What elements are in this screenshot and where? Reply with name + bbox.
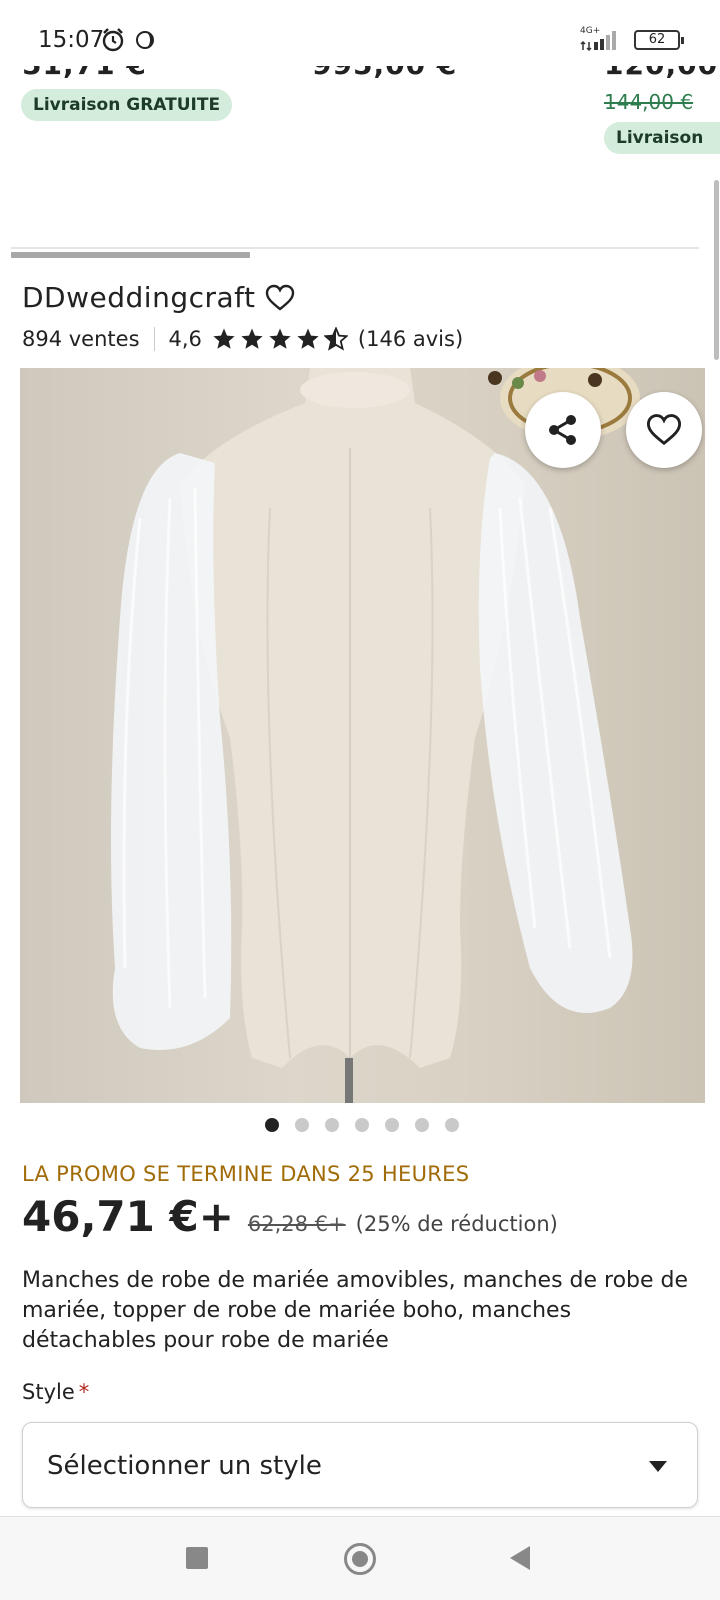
heart-icon — [646, 414, 682, 446]
status-bar: 15:07 4G+ 62 — [0, 0, 720, 66]
signal-icon — [580, 31, 616, 52]
shop-reviews[interactable]: (146 avis) — [358, 327, 463, 351]
image-dot[interactable] — [355, 1118, 369, 1132]
divider — [11, 247, 699, 249]
product-title: Manches de robe de mariée amovibles, man… — [22, 1268, 689, 1353]
promo-banner: LA PROMO SE TERMINE DANS 25 HEURES — [22, 1162, 470, 1186]
separator — [153, 327, 155, 351]
style-select-placeholder: Sélectionner un style — [47, 1451, 322, 1481]
battery-icon: 62 — [634, 30, 684, 50]
caret-down-icon — [649, 1461, 667, 1472]
required-mark: * — [78, 1380, 90, 1404]
free-shipping-badge: Livraison GRATUITE — [21, 89, 233, 121]
image-dot[interactable] — [415, 1118, 429, 1132]
share-icon — [549, 415, 576, 445]
star-icon — [213, 328, 235, 349]
product-image[interactable] — [20, 368, 705, 1103]
favorite-item-button[interactable] — [626, 392, 702, 468]
shop-meta: 894 ventes 4,6 (146 avis) — [22, 324, 463, 354]
star-rating — [212, 327, 352, 351]
home-button[interactable] — [344, 1543, 376, 1575]
image-dot[interactable] — [385, 1118, 399, 1132]
image-dot[interactable] — [445, 1118, 459, 1132]
style-select[interactable]: Sélectionner un style — [22, 1422, 698, 1508]
product-photo — [111, 368, 640, 1103]
back-button[interactable] — [510, 1546, 530, 1570]
original-price: 62,28 €+ — [247, 1212, 346, 1236]
discount-label: (25% de réduction) — [355, 1212, 558, 1236]
system-navigation-bar — [0, 1516, 720, 1600]
status-time: 15:07 — [38, 27, 105, 53]
style-label: Style * — [22, 1380, 89, 1404]
shop-name[interactable]: DDweddingcraft — [22, 281, 256, 314]
alarm-icon — [102, 28, 124, 52]
shop-sales: 894 ventes — [22, 327, 140, 351]
moon-icon — [136, 31, 154, 49]
current-price: 46,71 €+ — [22, 1192, 234, 1241]
star-icon — [241, 328, 263, 349]
style-label-text: Style — [22, 1380, 75, 1404]
shop-rating: 4,6 — [168, 327, 202, 351]
free-shipping-badge: Livraison — [604, 122, 720, 154]
carousel-scrollbar[interactable] — [11, 252, 250, 258]
share-button[interactable] — [525, 392, 601, 468]
star-half-icon — [323, 327, 348, 351]
recent-apps-button[interactable] — [186, 1547, 208, 1569]
image-pagination[interactable] — [265, 1118, 475, 1132]
star-icon — [269, 328, 291, 349]
image-dot[interactable] — [325, 1118, 339, 1132]
image-dot[interactable] — [265, 1118, 279, 1132]
price-row: 46,71 €+ 62,28 €+ (25% de réduction) — [22, 1192, 558, 1241]
image-dot[interactable] — [295, 1118, 309, 1132]
page-scrollbar[interactable] — [714, 180, 719, 360]
star-icon — [297, 328, 319, 349]
carousel-item-old-price: 144,00 € — [604, 90, 694, 114]
favorite-shop-heart-icon[interactable] — [265, 284, 295, 312]
